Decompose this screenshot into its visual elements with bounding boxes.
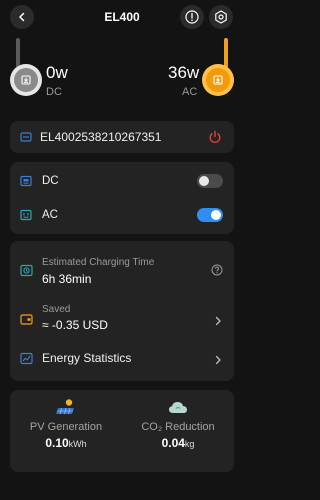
ac-socket-icon: [19, 208, 33, 222]
dc-socket-icon: [19, 174, 33, 188]
pv-generation-unit: kWh: [68, 439, 87, 449]
charging-time-label: Estimated Charging Time: [42, 257, 155, 268]
co2-reduction-stat: CO₂ Reduction 0.04kg: [122, 398, 234, 450]
energy-statistics-label: Energy Statistics: [42, 351, 132, 365]
cloud-icon: [169, 402, 187, 413]
info-card: Estimated Charging Time 6h 36min Saved ≈…: [10, 241, 234, 381]
alert-button[interactable]: [180, 5, 204, 29]
clock-icon: [19, 263, 33, 277]
header: EL400: [0, 0, 244, 34]
co2-reduction-unit: kg: [184, 439, 195, 449]
charging-time-help-button[interactable]: [211, 263, 223, 281]
saved-label: Saved: [42, 304, 71, 315]
pv-generation-stat: PV Generation 0.10kWh: [10, 398, 122, 450]
wallet-icon: [19, 312, 33, 326]
outputs-card: DC AC: [10, 162, 234, 234]
ac-line: [224, 38, 228, 68]
dc-line: [16, 38, 20, 68]
device-serial: EL4002538210267351: [40, 130, 162, 144]
dc-output-toggle[interactable]: [197, 174, 223, 188]
ac-output-label: AC: [42, 209, 58, 221]
saved-value: ≈ -0.35 USD: [42, 318, 108, 332]
dc-power-label: DC: [46, 86, 62, 98]
dc-port-ring: [10, 64, 42, 96]
gear-icon: [215, 10, 227, 24]
power-button[interactable]: [208, 130, 222, 149]
dc-output-label: DC: [42, 175, 59, 187]
charging-time-row: Estimated Charging Time 6h 36min: [10, 241, 234, 287]
dc-output-icon: [21, 75, 31, 85]
stats-card: PV Generation 0.10kWh CO₂ Reduction 0.04…: [10, 390, 234, 472]
ac-power-label: AC: [182, 86, 198, 98]
power-icon: [209, 130, 221, 143]
co2-reduction-label: CO₂ Reduction: [141, 421, 215, 433]
dc-power-value: 0w: [46, 63, 68, 82]
help-icon: [211, 264, 223, 276]
ac-port-ring: [202, 64, 234, 96]
device-card[interactable]: EL4002538210267351: [10, 121, 234, 153]
charging-time-value: 6h 36min: [42, 272, 92, 286]
ac-output-row: AC: [10, 199, 234, 231]
chevron-right-icon: [214, 313, 222, 331]
pv-generation-label: PV Generation: [29, 421, 103, 433]
page-title: EL400: [104, 10, 140, 24]
chart-icon: [19, 351, 33, 365]
alert-icon: [185, 10, 199, 24]
settings-button[interactable]: [209, 5, 233, 29]
co2-reduction-value: 0.04: [161, 436, 185, 450]
pv-generation-value: 0.10: [45, 436, 69, 450]
chevron-right-icon: [214, 352, 222, 370]
ac-output-icon: [213, 75, 223, 85]
ac-power-value: 36w: [168, 63, 200, 82]
energy-statistics-row[interactable]: Energy Statistics: [10, 341, 234, 373]
device-icon: [19, 130, 33, 144]
dc-output-row: DC: [10, 165, 234, 197]
saved-row[interactable]: Saved ≈ -0.35 USD: [10, 293, 234, 333]
solar-panel-icon: [56, 399, 74, 415]
ac-output-toggle[interactable]: [197, 208, 223, 222]
